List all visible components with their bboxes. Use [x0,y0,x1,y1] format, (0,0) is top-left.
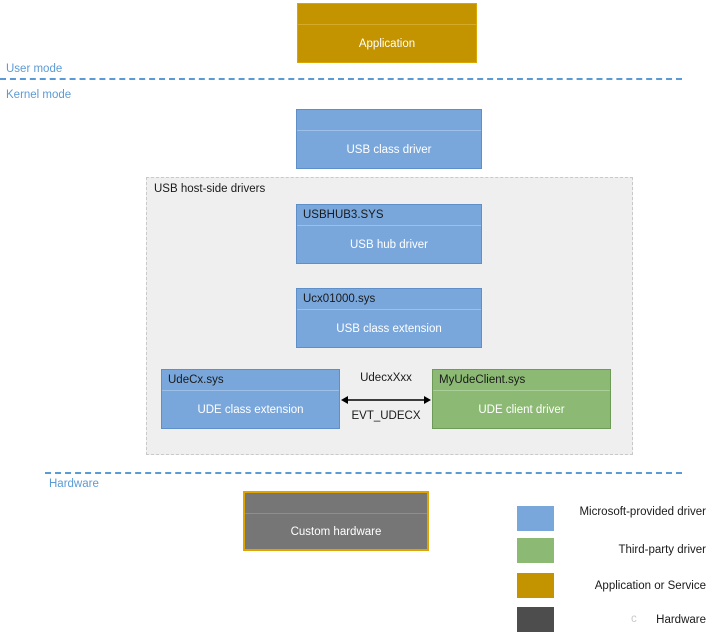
node-usb-hub-driver-header: USBHUB3.SYS [297,205,481,226]
node-application-header [298,4,476,25]
node-custom-hardware-label: Custom hardware [290,525,382,538]
group-usb-host-side-drivers-label: USB host-side drivers [154,183,266,195]
legend-label-hardware: Hardware [656,614,706,626]
hardware-mode-rule [45,472,682,474]
node-usb-hub-driver[interactable]: USBHUB3.SYS USB hub driver [296,204,482,264]
node-ude-class-extension-header: UdeCx.sys [162,370,339,391]
node-application[interactable]: Application [297,3,477,63]
node-custom-hardware-header [245,493,427,514]
legend-label-application-or-service: Application or Service [594,580,706,592]
legend-label-microsoft-driver: Microsoft-provided driver [579,506,706,518]
node-usb-class-extension-label: USB class extension [336,322,442,335]
legend-swatch-third-party-driver [517,538,554,563]
node-usb-class-extension-header: Ucx01000.sys [297,289,481,310]
node-application-label: Application [358,37,416,50]
node-usb-class-driver[interactable]: USB class driver [296,109,482,169]
user-mode-label: User mode [6,63,63,75]
node-ude-client-driver[interactable]: MyUdeClient.sys UDE client driver [432,369,611,429]
legend-swatch-application-or-service [517,573,554,598]
node-usb-hub-driver-label: USB hub driver [350,238,428,251]
node-ude-class-extension[interactable]: UdeCx.sys UDE class extension [161,369,340,429]
user-kernel-mode-rule [0,78,682,80]
hardware-label: Hardware [49,478,99,490]
connector-label-udecxxxx: UdecxXxx [360,372,412,384]
node-ude-class-extension-label: UDE class extension [197,403,304,416]
node-usb-class-extension[interactable]: Ucx01000.sys USB class extension [296,288,482,348]
node-usb-class-driver-label: USB class driver [346,143,432,156]
legend-swatch-hardware [517,607,554,632]
node-ude-client-driver-header: MyUdeClient.sys [433,370,610,391]
legend-swatch-microsoft-driver [517,506,554,531]
legend-label-third-party-driver: Third-party driver [618,544,706,556]
node-usb-class-driver-header [297,110,481,131]
diagram-canvas: Application User mode Kernel mode USB cl… [0,0,708,638]
node-custom-hardware[interactable]: Custom hardware [243,491,429,551]
node-ude-client-driver-label: UDE client driver [478,403,565,416]
kernel-mode-label: Kernel mode [6,89,72,101]
connector-label-evt-udecx: EVT_UDECX [351,410,421,422]
